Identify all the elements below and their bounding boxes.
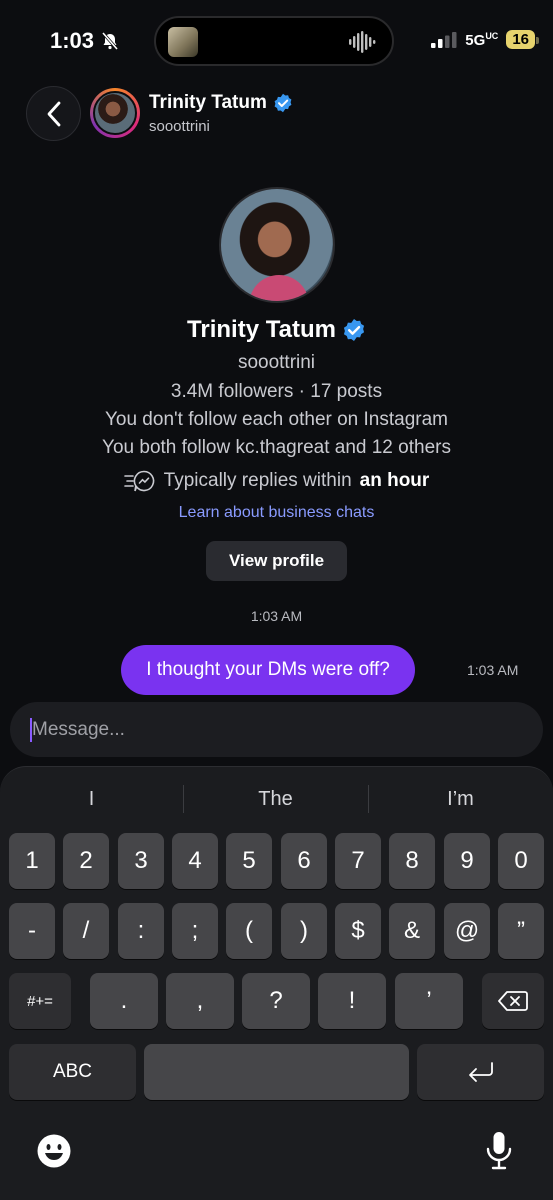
microphone-icon[interactable]	[485, 1131, 513, 1171]
profile-stats: 3.4M followers · 17 posts	[170, 381, 383, 402]
back-button[interactable]	[26, 86, 81, 141]
profile-username: sooottrini	[237, 352, 316, 373]
key-dollar[interactable]: $	[335, 903, 381, 959]
header-name-label: Trinity Tatum	[149, 92, 267, 113]
abc-key[interactable]: ABC	[9, 1044, 136, 1100]
key-exclamation[interactable]: !	[318, 973, 386, 1029]
header-avatar[interactable]	[90, 88, 140, 138]
message-timestamp: 1:03 AM	[467, 662, 519, 678]
keyboard: I The I’m 1 2 3 4 5 6 7 8 9 0 - / : ; ( …	[0, 766, 553, 1200]
header-title[interactable]: Trinity Tatum	[149, 92, 293, 114]
suggestion-2[interactable]: The	[184, 781, 367, 817]
view-profile-button[interactable]: View profile	[206, 541, 347, 581]
key-apostrophe[interactable]: ’	[395, 973, 463, 1029]
business-chats-link[interactable]: Learn about business chats	[0, 504, 553, 522]
chat-header: Trinity Tatum sooottrini	[0, 84, 553, 144]
space-bar[interactable]	[144, 1044, 409, 1100]
key-close-paren[interactable]: )	[281, 903, 327, 959]
suggestion-1[interactable]: I	[0, 781, 183, 817]
key-9[interactable]: 9	[444, 833, 490, 889]
key-quote[interactable]: ”	[498, 903, 544, 959]
audio-waveform-icon	[349, 31, 376, 53]
key-6[interactable]: 6	[281, 833, 327, 889]
key-1[interactable]: 1	[9, 833, 55, 889]
dynamic-island[interactable]	[154, 16, 394, 66]
key-hyphen[interactable]: -	[9, 903, 55, 959]
profile-avatar[interactable]	[219, 187, 335, 303]
message-bubble-outgoing[interactable]: I thought your DMs were off?	[121, 645, 415, 695]
verified-badge-icon	[274, 93, 292, 113]
key-at[interactable]: @	[444, 903, 490, 959]
header-username: sooottrini	[149, 118, 210, 135]
key-period[interactable]: .	[90, 973, 158, 1029]
key-more-symbols[interactable]: #+=	[9, 973, 71, 1029]
chevron-left-icon	[47, 101, 60, 126]
key-semicolon[interactable]: ;	[172, 903, 218, 959]
return-icon	[468, 1062, 493, 1082]
verified-badge-icon	[343, 318, 365, 342]
backspace-icon	[498, 991, 528, 1011]
key-2[interactable]: 2	[63, 833, 109, 889]
thread-timestamp: 1:03 AM	[250, 608, 303, 624]
profile-name: Trinity Tatum	[0, 316, 553, 344]
key-7[interactable]: 7	[335, 833, 381, 889]
status-bar: 1:03 5GUC 16	[0, 0, 553, 80]
message-composer[interactable]	[10, 702, 543, 757]
status-time: 1:03	[50, 28, 120, 54]
network-type: 5GUC	[465, 30, 499, 49]
suggestion-3[interactable]: I’m	[369, 781, 552, 817]
reply-time: an hour	[359, 470, 430, 491]
delete-key[interactable]	[482, 973, 544, 1029]
status-right: 5GUC 16	[431, 30, 539, 49]
reply-prefix: Typically replies within	[163, 470, 352, 491]
profile-name-label: Trinity Tatum	[187, 316, 336, 343]
bell-muted-icon	[101, 32, 119, 50]
key-3[interactable]: 3	[118, 833, 164, 889]
key-open-paren[interactable]: (	[226, 903, 272, 959]
key-5[interactable]: 5	[226, 833, 272, 889]
key-4[interactable]: 4	[172, 833, 218, 889]
key-colon[interactable]: :	[118, 903, 164, 959]
now-playing-artwork	[168, 27, 198, 57]
key-slash[interactable]: /	[63, 903, 109, 959]
fast-reply-icon	[123, 470, 154, 492]
signal-icon	[431, 31, 457, 48]
clock-label: 1:03	[50, 28, 95, 53]
key-8[interactable]: 8	[389, 833, 435, 889]
key-question[interactable]: ?	[242, 973, 310, 1029]
follow-status: You don't follow each other on Instagram	[104, 409, 449, 430]
key-ampersand[interactable]: &	[389, 903, 435, 959]
reply-time-info: Typically replies within an hour	[0, 469, 553, 499]
message-input[interactable]	[32, 702, 532, 757]
mutual-followers: You both follow kc.thagreat and 12 other…	[102, 437, 451, 458]
emoji-icon[interactable]	[36, 1133, 72, 1169]
return-key[interactable]	[417, 1044, 544, 1100]
key-0[interactable]: 0	[498, 833, 544, 889]
battery-indicator: 16	[506, 30, 539, 49]
key-comma[interactable]: ,	[166, 973, 234, 1029]
